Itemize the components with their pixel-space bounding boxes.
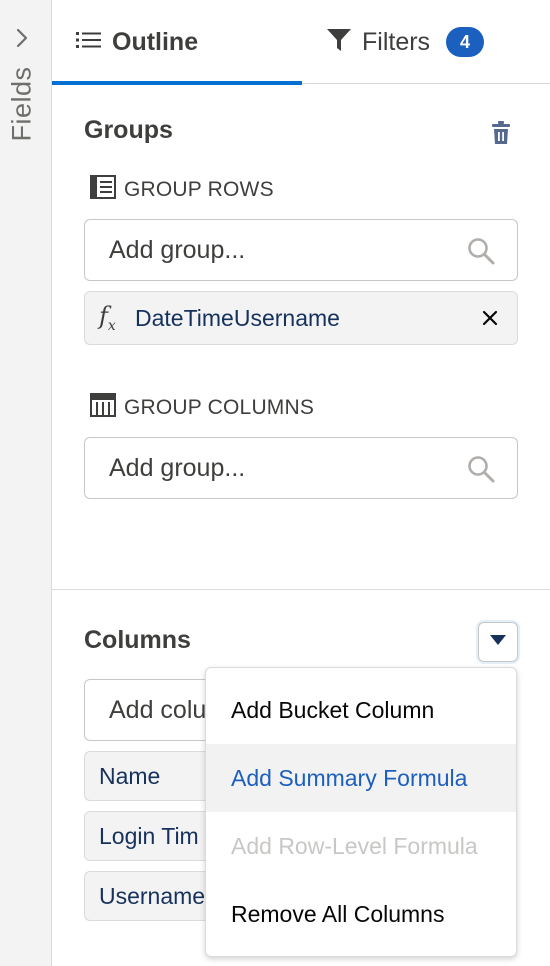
columns-dropdown-menu: Add Bucket Column Add Summary Formula Ad… <box>205 667 517 957</box>
fields-rail-label: Fields <box>6 66 37 142</box>
section-divider <box>52 589 550 590</box>
menu-item-add-row-level-formula: Add Row-Level Formula <box>231 832 478 859</box>
column-pill-label: Login Tim <box>99 822 199 849</box>
columns-menu-button[interactable] <box>478 622 518 662</box>
trash-icon[interactable] <box>490 121 512 145</box>
fields-rail[interactable]: Fields <box>0 0 52 966</box>
group-rows-label: GROUP ROWS <box>90 175 274 205</box>
columns-icon <box>90 393 116 423</box>
search-icon <box>467 237 495 265</box>
filter-icon <box>326 27 352 58</box>
group-rows-placeholder: Add group... <box>109 235 246 264</box>
caret-down-icon <box>489 633 507 651</box>
group-columns-placeholder: Add group... <box>109 453 246 482</box>
columns-title: Columns <box>84 626 191 654</box>
list-icon <box>76 30 102 55</box>
menu-item-add-bucket-column[interactable]: Add Bucket Column <box>206 676 516 744</box>
tab-outline[interactable]: Outline <box>52 0 302 85</box>
group-row-pill-label: DateTimeUsername <box>135 304 340 331</box>
menu-item-add-summary-formula[interactable]: Add Summary Formula <box>206 744 516 812</box>
formula-icon: fx <box>99 302 116 334</box>
active-tab-indicator <box>52 81 302 85</box>
tab-filters[interactable]: Filters 4 <box>326 0 546 84</box>
filters-count-badge: 4 <box>446 27 485 57</box>
tab-filters-label: Filters <box>362 27 431 56</box>
group-columns-search-input[interactable]: Add group... <box>84 437 518 499</box>
close-icon[interactable] <box>479 307 501 329</box>
tab-outline-label: Outline <box>112 27 199 56</box>
chevron-right-icon[interactable] <box>12 26 32 50</box>
groups-title: Groups <box>84 116 173 144</box>
group-rows-search-input[interactable]: Add group... <box>84 219 518 281</box>
menu-item-remove-all-columns[interactable]: Remove All Columns <box>206 880 516 948</box>
rows-icon <box>90 175 116 205</box>
add-column-placeholder: Add colu <box>109 695 207 724</box>
group-columns-label: GROUP COLUMNS <box>90 393 314 423</box>
column-pill-label: Username <box>99 882 206 909</box>
group-rows-text: GROUP ROWS <box>124 178 274 201</box>
group-row-pill: fx DateTimeUsername <box>84 291 518 345</box>
column-pill-label: Name <box>99 762 161 789</box>
group-columns-text: GROUP COLUMNS <box>124 396 315 419</box>
search-icon <box>467 455 495 483</box>
panel-tabs: Outline Filters 4 <box>52 0 550 85</box>
